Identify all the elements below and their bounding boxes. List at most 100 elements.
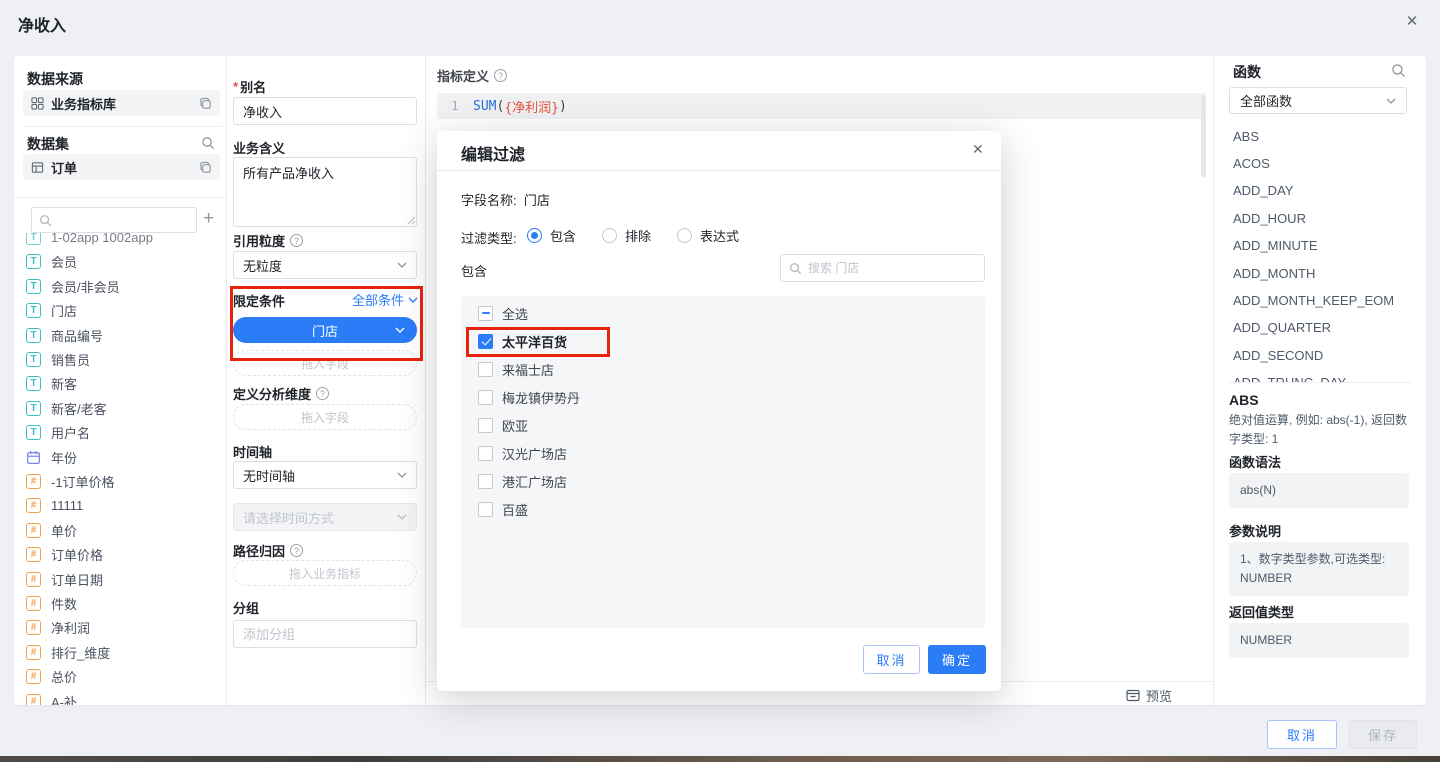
close-icon[interactable]: ✕ <box>1402 11 1422 31</box>
filter-type-radio-表达式[interactable]: 表达式 <box>677 226 739 245</box>
checkbox-icon[interactable] <box>478 418 493 433</box>
metric-editor-screen: 净收入 ✕ 数据来源 业务指标库 数据集 订单 + T1-02app 1002a… <box>0 0 1440 762</box>
checkbox-icon[interactable] <box>478 306 493 321</box>
filter-type-radio-包含[interactable]: 包含 <box>527 226 576 245</box>
field-label: 新客 <box>51 374 77 393</box>
field-item[interactable]: T新客/老客 <box>23 396 219 420</box>
function-item-ADD_MONTH[interactable]: ADD_MONTH <box>1233 263 1315 283</box>
search-icon[interactable] <box>201 136 215 150</box>
copy-icon[interactable] <box>199 161 212 174</box>
divider <box>425 56 426 705</box>
function-item-ADD_TRUNC_DAY[interactable]: ADD_TRUNC_DAY <box>1233 373 1346 382</box>
help-icon[interactable]: ? <box>290 234 303 247</box>
timeline-select[interactable]: 无时间轴 <box>233 461 417 489</box>
resize-handle-icon[interactable] <box>407 216 415 224</box>
store-search[interactable] <box>780 254 985 282</box>
checkbox-icon[interactable] <box>478 362 493 377</box>
field-item[interactable]: T商品编号 <box>23 323 219 347</box>
field-item[interactable]: #订单价格 <box>23 543 219 567</box>
editor-scrollbar[interactable] <box>1201 95 1206 177</box>
condition-drop-zone[interactable]: 拖入字段 <box>233 350 417 376</box>
field-item[interactable]: #净利润 <box>23 616 219 640</box>
store-option-太平洋百货[interactable]: 太平洋百货 <box>478 327 567 355</box>
search-icon[interactable] <box>1391 63 1406 78</box>
footer-save-button[interactable]: 保存 <box>1349 720 1417 749</box>
field-item[interactable]: T会员/非会员 <box>23 274 219 298</box>
function-item-ADD_MINUTE[interactable]: ADD_MINUTE <box>1233 236 1318 256</box>
help-icon[interactable]: ? <box>494 69 507 82</box>
field-item[interactable]: #11111 <box>23 494 219 518</box>
modal-cancel-button[interactable]: 取消 <box>863 645 920 674</box>
function-item-ADD_HOUR[interactable]: ADD_HOUR <box>1233 208 1306 228</box>
function-item-ADD_MONTH_KEEP_EOM[interactable]: ADD_MONTH_KEEP_EOM <box>1233 290 1394 310</box>
radio-label: 表达式 <box>700 226 739 245</box>
field-item[interactable]: T1-02app 1002app <box>23 233 219 249</box>
select-all-option[interactable]: 全选 <box>478 299 528 327</box>
function-item-ADD_DAY[interactable]: ADD_DAY <box>1233 181 1293 201</box>
field-item[interactable]: 年份 <box>23 445 219 469</box>
field-item[interactable]: #-1订单价格 <box>23 469 219 493</box>
code-editor-line[interactable]: 1 SUM({净利润}) <box>437 93 1205 119</box>
function-item-ACOS[interactable]: ACOS <box>1233 153 1270 173</box>
radio-label: 排除 <box>625 226 651 245</box>
modal-confirm-button[interactable]: 确定 <box>928 645 986 674</box>
field-item[interactable]: T门店 <box>23 299 219 323</box>
store-option-港汇广场店[interactable]: 港汇广场店 <box>478 467 567 495</box>
function-item-ADD_QUARTER[interactable]: ADD_QUARTER <box>1233 318 1331 338</box>
store-option-欧亚[interactable]: 欧亚 <box>478 411 528 439</box>
preview-button[interactable]: 预览 <box>1126 686 1172 705</box>
help-icon[interactable]: ? <box>290 544 303 557</box>
granularity-select[interactable]: 无粒度 <box>233 251 417 279</box>
field-search[interactable] <box>31 207 197 233</box>
page-title: 净收入 <box>18 12 66 36</box>
function-category-select[interactable]: 全部函数 <box>1229 87 1407 114</box>
field-item[interactable]: T用户名 <box>23 421 219 445</box>
field-item[interactable]: T新客 <box>23 372 219 396</box>
field-label: 排行_维度 <box>51 643 110 662</box>
option-label: 百盛 <box>502 500 528 519</box>
checkbox-icon[interactable] <box>478 446 493 461</box>
field-label: 新客/老客 <box>51 399 107 418</box>
data-source-name: 业务指标库 <box>51 94 199 113</box>
attribution-drop-zone[interactable]: 拖入业务指标 <box>233 560 417 586</box>
store-option-汉光广场店[interactable]: 汉光广场店 <box>478 439 567 467</box>
field-item[interactable]: #件数 <box>23 591 219 615</box>
checkbox-icon[interactable] <box>478 502 493 517</box>
desktop-edge <box>0 756 1440 762</box>
footer-cancel-button[interactable]: 取消 <box>1267 720 1337 749</box>
filter-type-radio-排除[interactable]: 排除 <box>602 226 651 245</box>
store-option-来福士店[interactable]: 来福士店 <box>478 355 554 383</box>
data-source-item[interactable]: 业务指标库 <box>23 90 220 116</box>
checkbox-icon[interactable] <box>478 390 493 405</box>
field-search-input[interactable] <box>58 213 178 227</box>
all-conditions-link[interactable]: 全部条件 <box>352 290 418 309</box>
copy-icon[interactable] <box>199 97 212 110</box>
store-search-input[interactable] <box>808 261 958 275</box>
dimension-label: 定义分析维度? <box>233 384 329 403</box>
field-item[interactable]: T销售员 <box>23 347 219 371</box>
field-item[interactable]: #A-补 <box>23 689 219 705</box>
function-item-ADD_SECOND[interactable]: ADD_SECOND <box>1233 345 1323 365</box>
field-item[interactable]: #订单日期 <box>23 567 219 591</box>
condition-chip-store[interactable]: 门店 <box>233 317 417 343</box>
field-item[interactable]: #总价 <box>23 665 219 689</box>
field-item[interactable]: #单价 <box>23 518 219 542</box>
checkbox-icon[interactable] <box>478 474 493 489</box>
add-field-icon[interactable]: + <box>203 209 214 228</box>
store-option-梅龙镇伊势丹[interactable]: 梅龙镇伊势丹 <box>478 383 580 411</box>
field-item[interactable]: T会员 <box>23 250 219 274</box>
modal-close-icon[interactable]: ✕ <box>972 141 984 158</box>
alias-input[interactable] <box>233 97 417 125</box>
meaning-textarea[interactable] <box>233 157 417 227</box>
dataset-item[interactable]: 订单 <box>23 154 220 180</box>
calendar-field-icon <box>26 450 41 465</box>
text-field-icon: T <box>26 425 41 440</box>
checkbox-icon[interactable] <box>478 334 493 349</box>
dimension-drop-zone[interactable]: 拖入字段 <box>233 404 417 430</box>
help-icon[interactable]: ? <box>316 387 329 400</box>
store-option-百盛[interactable]: 百盛 <box>478 495 528 523</box>
group-input[interactable] <box>233 620 417 648</box>
function-item-ABS[interactable]: ABS <box>1233 126 1259 146</box>
field-item[interactable]: #排行_维度 <box>23 640 219 664</box>
functions-label: 函数 <box>1233 62 1261 82</box>
